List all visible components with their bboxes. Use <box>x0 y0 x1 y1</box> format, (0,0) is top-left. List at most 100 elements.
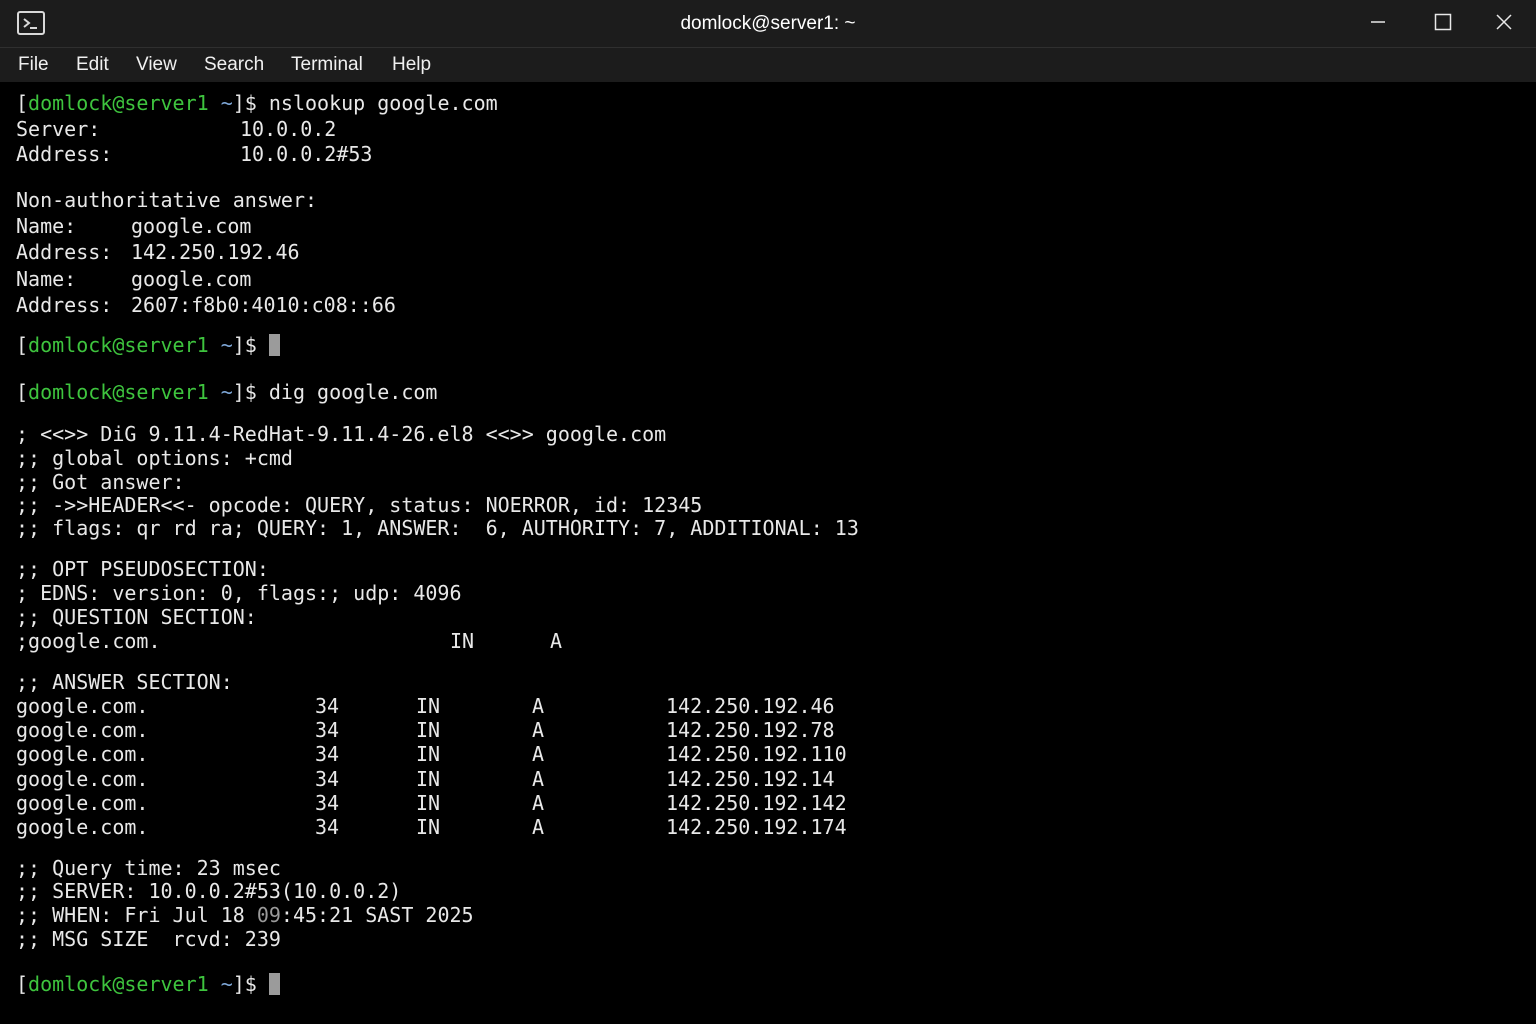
menu-bar: File Edit View Search Terminal Help <box>0 48 1536 82</box>
answer-address: 142.250.192.14 <box>666 767 835 791</box>
close-icon <box>1495 13 1513 35</box>
menu-search[interactable]: Search <box>204 48 264 82</box>
dig-global-options: ;; global options: +cmd <box>16 446 293 470</box>
answer-class: IN <box>416 742 441 766</box>
answer-address: 142.250.192.174 <box>666 815 847 839</box>
dig-query-time: ;; Query time: 23 msec <box>16 856 281 880</box>
prompt-bracket-open: [ <box>16 91 29 115</box>
server-label: Server: <box>16 117 101 141</box>
answer-type: A <box>532 742 545 766</box>
terminal-window: domlock@server1: ~ File Edit View Search… <box>0 0 1536 1024</box>
prompt-user: domlock@server1 <box>28 333 209 357</box>
dig-when: ;; WHEN: Fri Jul 18 09:45:21 SAST 2025 <box>16 903 474 927</box>
answer-value: 142.250.192.46 <box>131 240 300 264</box>
answer-ttl: 34 <box>315 694 340 718</box>
prompt-bracket-close: ]$ <box>232 91 269 115</box>
answer-value: 2607:f8b0:4010:c08::66 <box>131 293 396 317</box>
dig-got-answer: ;; Got answer: <box>16 470 185 494</box>
answer-label: Address: <box>16 240 113 264</box>
maximize-icon <box>1434 13 1452 35</box>
dig-banner: ; <<>> DiG 9.11.4-RedHat-9.11.4-26.el8 <… <box>16 422 667 446</box>
prompt-dir: ~ <box>208 91 233 115</box>
answer-name: google.com. <box>16 694 149 718</box>
prompt-bracket-open: [ <box>16 380 29 404</box>
answer-name: google.com. <box>16 718 149 742</box>
dig-msg-size: ;; MSG SIZE rcvd: 239 <box>16 927 281 951</box>
prompt-bracket-close: ]$ <box>232 380 269 404</box>
prompt-bracket-open: [ <box>16 972 29 996</box>
menu-view[interactable]: View <box>136 48 177 82</box>
menu-terminal[interactable]: Terminal <box>291 48 363 82</box>
when-suffix: :45:21 SAST 2025 <box>280 903 474 927</box>
answer-class: IN <box>416 718 441 742</box>
minimize-icon <box>1370 14 1386 34</box>
answer-value: google.com <box>131 267 252 291</box>
answer-type: A <box>532 815 545 839</box>
cursor <box>268 334 280 356</box>
prompt-line-final: [domlock@server1 ~]$ <box>16 972 280 996</box>
prompt-user: domlock@server1 <box>28 380 209 404</box>
dig-edns: ; EDNS: version: 0, flags:; udp: 4096 <box>16 581 462 605</box>
answer-ttl: 34 <box>315 767 340 791</box>
answer-ttl: 34 <box>315 718 340 742</box>
answer-class: IN <box>416 767 441 791</box>
prompt-bracket-open: [ <box>16 333 29 357</box>
prompt-user: domlock@server1 <box>28 972 209 996</box>
answer-class: IN <box>416 694 441 718</box>
menu-help[interactable]: Help <box>392 48 431 82</box>
answer-ttl: 34 <box>315 742 340 766</box>
dig-flags: ;; flags: qr rd ra; QUERY: 1, ANSWER: 6,… <box>16 516 859 540</box>
terminal-output[interactable]: [domlock@server1 ~]$ nslookup google.com… <box>0 82 1536 1024</box>
maximize-button[interactable] <box>1413 0 1473 47</box>
dig-answer-section: ;; ANSWER SECTION: <box>16 670 233 694</box>
answer-ttl: 34 <box>315 791 340 815</box>
non-authoritative-heading: Non-authoritative answer: <box>16 188 318 212</box>
answer-name: google.com. <box>16 742 149 766</box>
answer-address: 142.250.192.78 <box>666 718 835 742</box>
answer-type: A <box>532 791 545 815</box>
when-hour: 09 <box>256 903 281 927</box>
answer-name: google.com. <box>16 815 149 839</box>
server-value: 10.0.0.2 <box>240 117 337 141</box>
prompt-dir: ~ <box>208 380 233 404</box>
menu-edit[interactable]: Edit <box>76 48 109 82</box>
answer-type: A <box>532 694 545 718</box>
title-bar[interactable]: domlock@server1: ~ <box>0 0 1536 48</box>
question-class: IN <box>450 629 475 653</box>
dig-opt-section: ;; OPT PSEUDOSECTION: <box>16 557 269 581</box>
prompt-bracket-close: ]$ <box>232 972 269 996</box>
cursor <box>268 973 280 995</box>
answer-address: 142.250.192.46 <box>666 694 835 718</box>
answer-address: 142.250.192.110 <box>666 742 847 766</box>
prompt-line-nslookup: [domlock@server1 ~]$ nslookup google.com <box>16 91 498 115</box>
dig-question-section: ;; QUESTION SECTION: <box>16 605 257 629</box>
close-button[interactable] <box>1474 0 1534 47</box>
menu-file[interactable]: File <box>18 48 49 82</box>
command-text: nslookup google.com <box>268 91 498 115</box>
when-prefix: ;; WHEN: Fri Jul 18 <box>16 903 257 927</box>
answer-name: google.com. <box>16 767 149 791</box>
answer-type: A <box>532 767 545 791</box>
answer-label: Name: <box>16 267 77 291</box>
answer-class: IN <box>416 815 441 839</box>
answer-address: 142.250.192.142 <box>666 791 847 815</box>
prompt-user: domlock@server1 <box>28 91 209 115</box>
prompt-line-idle: [domlock@server1 ~]$ <box>16 333 280 357</box>
dig-header: ;; ->>HEADER<<- opcode: QUERY, status: N… <box>16 493 703 517</box>
answer-ttl: 34 <box>315 815 340 839</box>
minimize-button[interactable] <box>1348 0 1408 47</box>
answer-name: google.com. <box>16 791 149 815</box>
answer-class: IN <box>416 791 441 815</box>
question-type: A <box>550 629 563 653</box>
prompt-dir: ~ <box>208 972 233 996</box>
address-label: Address: <box>16 142 113 166</box>
window-title: domlock@server1: ~ <box>680 13 856 34</box>
answer-label: Name: <box>16 214 77 238</box>
command-text: dig google.com <box>268 380 438 404</box>
answer-value: google.com <box>131 214 252 238</box>
prompt-bracket-close: ]$ <box>232 333 269 357</box>
address-value: 10.0.0.2#53 <box>240 142 373 166</box>
dig-server: ;; SERVER: 10.0.0.2#53(10.0.0.2) <box>16 879 402 903</box>
question-name: ;google.com. <box>16 629 161 653</box>
prompt-dir: ~ <box>208 333 233 357</box>
